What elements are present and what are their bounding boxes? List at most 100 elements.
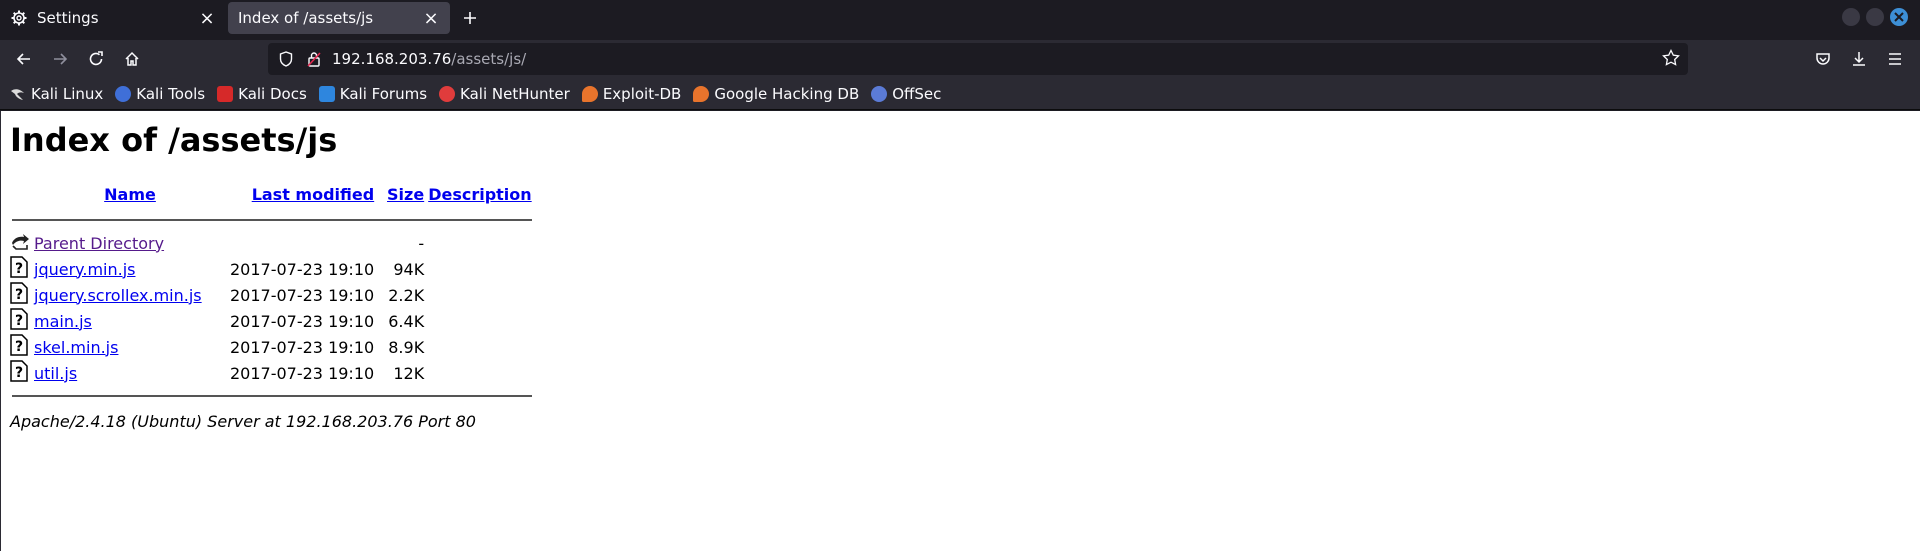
file-link[interactable]: skel.min.js (34, 338, 118, 357)
kali-dragon-icon (10, 86, 26, 102)
page-content: Index of /assets/js Name Last modified S… (0, 111, 1920, 551)
size-cell: 8.9K (388, 337, 425, 357)
bookmark-google-hacking-db[interactable]: Google Hacking DB (693, 85, 859, 103)
close-tab-icon[interactable]: × (422, 8, 440, 29)
separator-row (10, 210, 534, 230)
bookmark-kali-docs[interactable]: Kali Docs (217, 85, 307, 103)
tab-title: Settings (37, 9, 99, 27)
url-bar[interactable]: 192.168.203.76/assets/js/ (268, 43, 1688, 75)
bookmark-label: Kali Docs (238, 84, 307, 103)
server-signature: Apache/2.4.18 (Ubuntu) Server at 192.168… (10, 412, 476, 431)
description-column-header: Description (426, 185, 533, 210)
table-row: ? jquery.scrollex.min.js 2017-07-23 19:1… (10, 282, 534, 308)
bookmark-label: Kali NetHunter (460, 84, 570, 103)
nethunter-icon (439, 85, 456, 102)
tab-strip: Settings × Index of /assets/js × (0, 0, 1920, 36)
maximize-window-button[interactable] (1866, 8, 1884, 26)
table-row-parent-directory: Parent Directory - (10, 230, 534, 256)
bookmark-kali-forums[interactable]: Kali Forums (318, 84, 428, 103)
arrow-left-icon (16, 53, 30, 65)
separator-row (10, 386, 534, 406)
home-icon (125, 51, 139, 66)
size-cell: 12K (393, 363, 425, 383)
size-column-header: Size (376, 185, 426, 210)
plus-icon (464, 12, 476, 24)
description-cell (426, 308, 533, 334)
url-host: 192.168.203.76 (332, 50, 452, 68)
unknown-file-icon: ? (10, 308, 32, 334)
tab-index-assets-js[interactable]: Index of /assets/js × (228, 2, 450, 34)
close-tab-icon[interactable]: × (198, 8, 216, 29)
modified-cell: 2017-07-23 19:10 (230, 259, 375, 279)
downloads-button[interactable] (1846, 46, 1872, 72)
insecure-lock-icon[interactable] (304, 49, 324, 69)
table-row: ? skel.min.js 2017-07-23 19:10 8.9K (10, 334, 534, 360)
file-link[interactable]: util.js (34, 364, 77, 383)
close-window-button[interactable] (1890, 8, 1908, 26)
sort-by-size-link[interactable]: Size (387, 185, 424, 204)
bookmark-offsec[interactable]: OffSec (871, 85, 941, 103)
bookmark-label: Google Hacking DB (714, 84, 860, 103)
navigation-toolbar: 192.168.203.76/assets/js/ (0, 40, 1920, 78)
reload-button[interactable] (83, 46, 109, 72)
bookmarks-toolbar: Kali Linux Kali Tools Kali Docs Kali For… (0, 78, 1920, 110)
name-column-header: Name (32, 185, 228, 210)
bookmark-star-icon[interactable] (1662, 49, 1680, 71)
bookmark-label: Kali Forums (339, 84, 428, 103)
sort-by-name-link[interactable]: Name (104, 185, 156, 204)
icon-column-header (10, 185, 32, 210)
size-cell: 94K (393, 259, 425, 279)
bookmark-kali-linux[interactable]: Kali Linux (10, 85, 103, 103)
table-row: ? util.js 2017-07-23 19:10 12K (10, 360, 534, 386)
gear-icon (10, 9, 28, 27)
pocket-button[interactable] (1810, 46, 1836, 72)
divider (12, 395, 532, 397)
bookmark-kali-tools[interactable]: Kali Tools (115, 85, 205, 103)
parent-directory-link[interactable]: Parent Directory (34, 234, 164, 253)
home-button[interactable] (119, 46, 145, 72)
kali-forums-icon (318, 85, 335, 102)
sort-by-description-link[interactable]: Description (428, 185, 531, 204)
bookmark-label: OffSec (892, 84, 942, 103)
modified-cell: 2017-07-23 19:10 (230, 311, 375, 331)
table-row: ? main.js 2017-07-23 19:10 6.4K (10, 308, 534, 334)
tab-title: Index of /assets/js (238, 9, 374, 27)
back-button[interactable] (11, 46, 37, 72)
table-row: ? jquery.min.js 2017-07-23 19:10 94K (10, 256, 534, 282)
modified-cell (228, 230, 376, 256)
description-cell (426, 256, 533, 282)
arrow-right-icon (54, 53, 68, 65)
url-path: /assets/js/ (451, 50, 527, 68)
tab-settings[interactable]: Settings × (0, 0, 226, 36)
modified-cell: 2017-07-23 19:10 (230, 337, 375, 357)
file-link[interactable]: jquery.min.js (34, 260, 135, 279)
svg-text:?: ? (15, 287, 23, 303)
forward-button[interactable] (47, 46, 73, 72)
size-cell: 2.2K (388, 285, 425, 305)
divider (12, 219, 532, 221)
bookmark-exploit-db[interactable]: Exploit-DB (581, 85, 681, 103)
bookmark-kali-nethunter[interactable]: Kali NetHunter (439, 85, 570, 103)
svg-text:?: ? (15, 313, 23, 329)
unknown-file-icon: ? (10, 256, 32, 282)
modified-cell: 2017-07-23 19:10 (230, 285, 375, 305)
page-title: Index of /assets/js (10, 121, 338, 159)
menu-button[interactable] (1882, 46, 1908, 72)
minimize-window-button[interactable] (1842, 8, 1860, 26)
file-link[interactable]: jquery.scrollex.min.js (34, 286, 202, 305)
unknown-file-icon: ? (10, 282, 32, 308)
svg-text:?: ? (15, 365, 23, 381)
svg-text:?: ? (15, 339, 23, 355)
shield-icon[interactable] (276, 49, 296, 69)
description-cell (426, 230, 533, 256)
size-cell: 6.4K (388, 311, 425, 331)
file-link[interactable]: main.js (34, 312, 92, 331)
sort-by-modified-link[interactable]: Last modified (252, 185, 375, 204)
svg-text:?: ? (15, 261, 23, 277)
reload-icon (89, 51, 103, 66)
description-cell (426, 360, 533, 386)
offsec-icon (871, 85, 888, 102)
url-text[interactable]: 192.168.203.76/assets/js/ (332, 50, 526, 68)
new-tab-button[interactable] (458, 6, 482, 30)
download-icon (1853, 52, 1865, 66)
